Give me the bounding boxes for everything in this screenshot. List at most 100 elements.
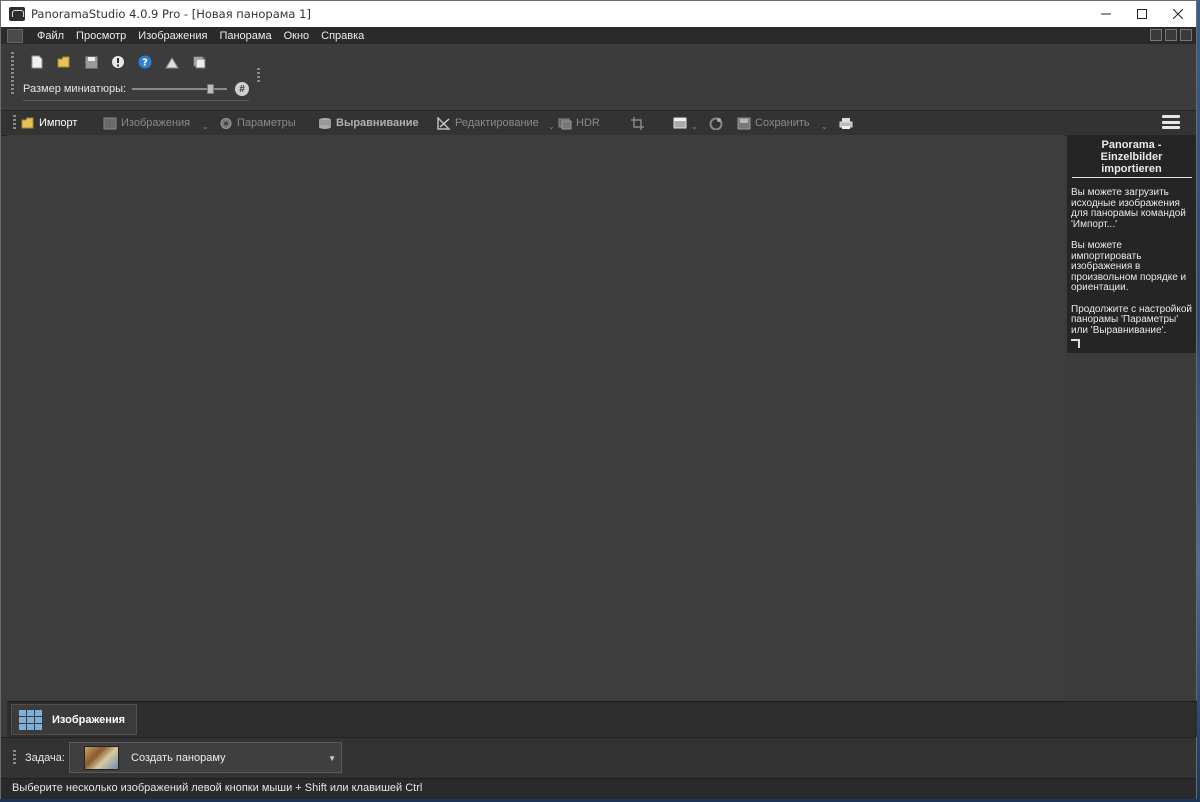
menu-file[interactable]: Файл (31, 30, 70, 42)
workflow-grip[interactable] (13, 115, 16, 129)
minimize-button[interactable] (1088, 1, 1124, 27)
thumbnail-size-label: Размер миниатюры: (23, 83, 127, 95)
status-text: Выберите несколько изображений левой кно… (12, 782, 423, 794)
preview-dropdown-icon[interactable]: ⌄ (691, 123, 698, 131)
maximize-icon (1137, 9, 1147, 19)
new-document-button[interactable] (27, 52, 47, 72)
collapse-icon[interactable] (1071, 339, 1080, 348)
panel-divider (23, 100, 249, 101)
chevron-down-icon: ▼ (328, 754, 336, 763)
menu-hamburger-icon[interactable] (1162, 115, 1180, 129)
help-paragraph-3: Продолжите с настройкой панорамы 'Параме… (1071, 303, 1192, 336)
document-icon[interactable] (7, 28, 23, 43)
tip-button[interactable] (108, 52, 128, 72)
window-title: PanoramaStudio 4.0.9 Pro - [Новая панора… (31, 7, 311, 21)
save-panorama-button[interactable]: Сохранить (737, 114, 810, 132)
export-icon (165, 56, 179, 68)
tool-panel: ? Размер миниатюры: # (11, 48, 260, 104)
help-body: Вы можете загрузить исходные изображения… (1067, 178, 1196, 336)
slider-thumb[interactable] (207, 84, 215, 94)
workflow-toolbar: Импорт Изображения ⌄ Параметры Выравнива… (1, 110, 1196, 136)
menu-bar: Файл Просмотр Изображения Панорама Окно … (1, 27, 1196, 44)
open-button[interactable] (54, 52, 74, 72)
hdr-icon (558, 118, 572, 129)
help-title: Panorama - Einzelbilder importieren (1100, 139, 1163, 175)
menu-images[interactable]: Изображения (132, 30, 213, 42)
images-icon (103, 117, 117, 129)
images-label: Изображения (121, 117, 191, 129)
new-document-icon (31, 55, 43, 69)
editing-label: Редактирование (455, 117, 539, 129)
mdi-controls (1150, 29, 1192, 41)
panorama-thumbnail-icon (84, 746, 119, 770)
preview-button[interactable] (673, 114, 687, 132)
toolbar-grip[interactable] (11, 52, 14, 96)
mdi-close-button[interactable] (1180, 29, 1192, 41)
tab-images[interactable]: Изображения (11, 704, 137, 735)
task-bar: Задача: Создать панораму ▼ (1, 737, 1196, 779)
save-panorama-label: Сохранить (755, 117, 810, 129)
mdi-minimize-button[interactable] (1150, 29, 1162, 41)
alignment-label: Выравнивание (336, 117, 419, 129)
tab-images-label: Изображения (52, 713, 126, 726)
export-button[interactable] (162, 52, 182, 72)
batch-icon (193, 56, 205, 68)
crop-button[interactable] (631, 114, 645, 132)
svg-text:?: ? (142, 58, 148, 69)
preview-icon (673, 117, 687, 128)
tip-icon (112, 56, 124, 68)
import-button[interactable]: Импорт (21, 114, 77, 132)
alignment-button[interactable]: Выравнивание (318, 114, 419, 132)
open-folder-icon (57, 56, 70, 68)
task-label: Задача: (25, 752, 65, 764)
images-dropdown-icon[interactable]: ⌄ (202, 123, 209, 131)
batch-button[interactable] (189, 52, 209, 72)
bottom-tab-strip: Изображения (7, 701, 1197, 737)
window-controls (1088, 1, 1196, 27)
optimize-button[interactable] (709, 114, 723, 132)
crop-icon (631, 116, 644, 130)
title-bar: PanoramaStudio 4.0.9 Pro - [Новая панора… (1, 1, 1196, 27)
toolbar-grip-right[interactable] (257, 68, 260, 84)
status-bar: Выберите несколько изображений левой кно… (1, 778, 1196, 799)
help-paragraph-1: Вы можете загрузить исходные изображения… (1071, 187, 1186, 230)
close-button[interactable] (1160, 1, 1196, 27)
menu-view[interactable]: Просмотр (70, 30, 132, 42)
images-button[interactable]: Изображения (103, 114, 190, 132)
task-select-value: Создать панораму (131, 752, 226, 764)
hdr-label: HDR (576, 117, 600, 129)
parameters-icon (220, 117, 232, 129)
parameters-button[interactable]: Параметры (219, 114, 296, 132)
editing-button[interactable]: Редактирование (437, 114, 539, 132)
menu-panorama[interactable]: Панорама (213, 30, 277, 42)
image-workspace[interactable] (7, 135, 1065, 701)
editing-dropdown-icon[interactable]: ⌄ (548, 123, 555, 131)
print-icon (839, 117, 853, 129)
help-icon: ? (138, 55, 152, 69)
menu-help[interactable]: Справка (315, 30, 370, 42)
taskbar-grip[interactable] (13, 750, 16, 766)
print-button[interactable] (839, 114, 853, 132)
optimize-icon (709, 117, 723, 130)
minimize-icon (1101, 13, 1111, 15)
parameters-label: Параметры (237, 117, 296, 129)
thumbnail-size-slider[interactable] (132, 83, 228, 95)
save-dropdown-icon[interactable]: ⌄ (821, 123, 828, 131)
help-paragraph-2: Вы можете импортировать изображения в пр… (1071, 240, 1187, 293)
import-label: Импорт (39, 117, 78, 129)
import-icon (21, 117, 34, 128)
help-button[interactable]: ? (135, 52, 155, 72)
help-panel: Panorama - Einzelbilder importieren Вы м… (1067, 135, 1196, 353)
save-button[interactable] (81, 52, 101, 72)
maximize-button[interactable] (1124, 1, 1160, 27)
app-window: PanoramaStudio 4.0.9 Pro - [Новая панора… (0, 0, 1197, 799)
save-panorama-icon (737, 117, 751, 129)
hdr-button[interactable]: HDR (558, 114, 600, 132)
menu-window[interactable]: Окно (278, 30, 316, 42)
grid-toggle-button[interactable]: # (235, 82, 250, 96)
alignment-icon (319, 117, 331, 129)
image-grid-icon (19, 709, 42, 730)
mdi-restore-button[interactable] (1165, 29, 1177, 41)
task-select[interactable]: Создать панораму ▼ (69, 742, 342, 773)
tool-buttons: ? (27, 52, 209, 72)
